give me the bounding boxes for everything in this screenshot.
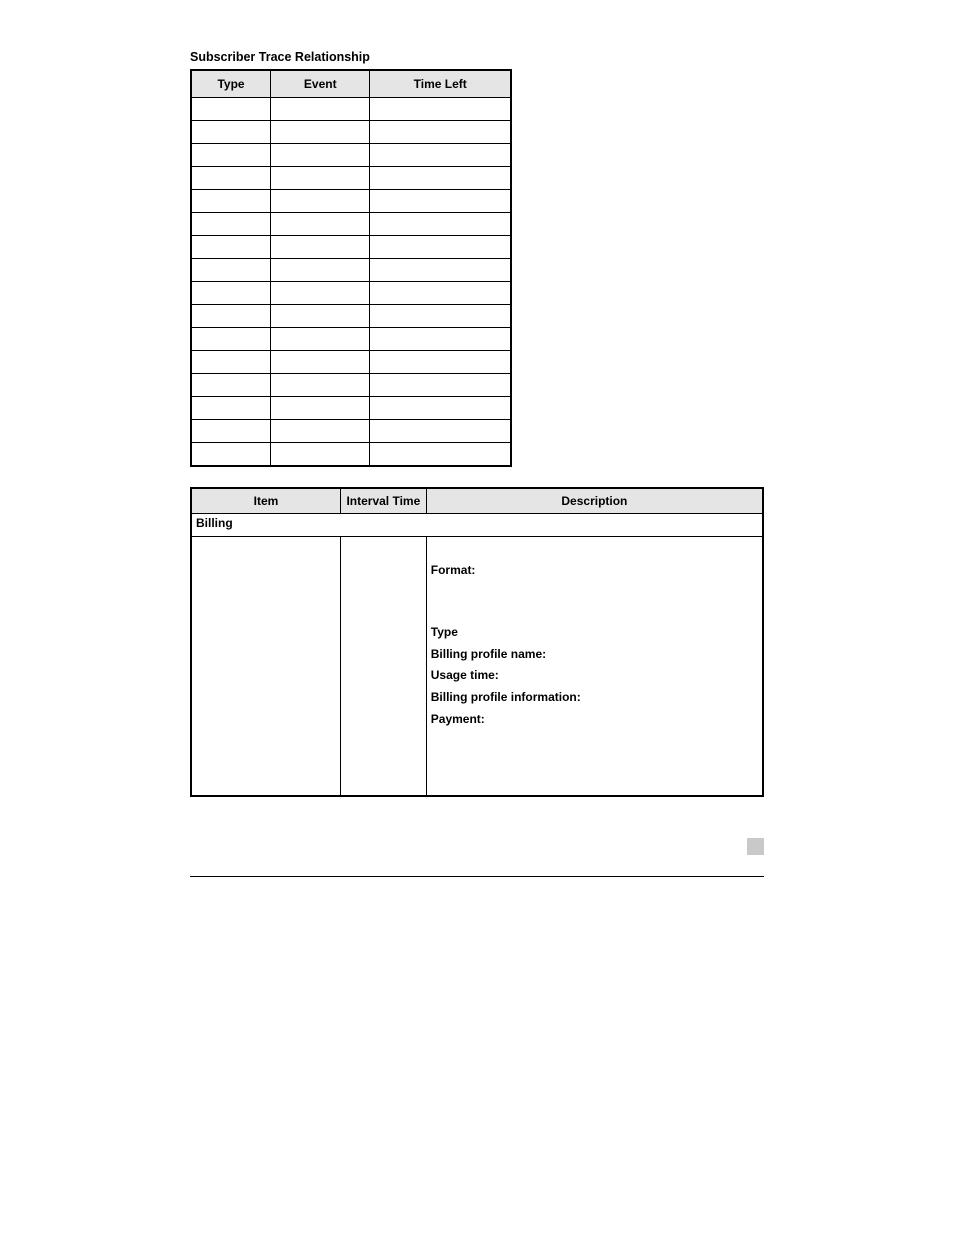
- cell: [370, 259, 511, 282]
- cell: [370, 121, 511, 144]
- table2-interval-cell: [340, 537, 426, 797]
- page-corner-marker-icon: [747, 838, 764, 855]
- cell: [191, 443, 271, 467]
- table-row: [191, 282, 511, 305]
- cell: [370, 282, 511, 305]
- table-row: [191, 144, 511, 167]
- table2-section-billing: Billing: [191, 514, 763, 537]
- cell: [271, 351, 370, 374]
- cell: [191, 144, 271, 167]
- format-label: Format:: [431, 563, 476, 577]
- table2-description-cell: Format: Type Billing profile name: Usage…: [426, 537, 763, 797]
- cell: [370, 236, 511, 259]
- billing-profile-info-label: Billing profile information:: [431, 690, 581, 704]
- table-row: [191, 328, 511, 351]
- spacer: [190, 467, 764, 487]
- type-label: Type: [431, 625, 458, 639]
- cell: [191, 98, 271, 121]
- cell: [271, 282, 370, 305]
- table-row: [191, 397, 511, 420]
- cell: [370, 167, 511, 190]
- table-row: [191, 213, 511, 236]
- cell: [271, 236, 370, 259]
- table1-caption: Subscriber Trace Relationship: [190, 50, 764, 65]
- cell: [271, 98, 370, 121]
- cell: [271, 305, 370, 328]
- cell: [271, 397, 370, 420]
- cell: [370, 328, 511, 351]
- table-row: [191, 236, 511, 259]
- cell: [271, 259, 370, 282]
- cell: [191, 213, 271, 236]
- table-row: [191, 190, 511, 213]
- cell: [191, 121, 271, 144]
- table2-header-item: Item: [191, 488, 340, 514]
- cell: [191, 236, 271, 259]
- table2-section-row: Billing: [191, 514, 763, 537]
- table-row: [191, 259, 511, 282]
- cell: [271, 374, 370, 397]
- cell: [271, 167, 370, 190]
- description-content: Format: Type Billing profile name: Usage…: [427, 537, 762, 795]
- cell: [191, 374, 271, 397]
- cell: [370, 443, 511, 467]
- table2-header-description: Description: [426, 488, 763, 514]
- table2-item-cell: [191, 537, 340, 797]
- table-row: [191, 374, 511, 397]
- cell: [271, 213, 370, 236]
- cell: [370, 397, 511, 420]
- cell: [271, 443, 370, 467]
- table1-header-event: Event: [271, 70, 370, 98]
- table-row: [191, 420, 511, 443]
- billing-profile-name-label: Billing profile name:: [431, 647, 546, 661]
- cell: [370, 305, 511, 328]
- cell: [191, 305, 271, 328]
- table2-header-row: Item Interval Time Description: [191, 488, 763, 514]
- cell: [271, 190, 370, 213]
- cell: [370, 351, 511, 374]
- payment-label: Payment:: [431, 712, 485, 726]
- cell: [191, 282, 271, 305]
- cell: [191, 420, 271, 443]
- table-row: [191, 121, 511, 144]
- table1-header-timeleft: Time Left: [370, 70, 511, 98]
- table2-data-row: Format: Type Billing profile name: Usage…: [191, 537, 763, 797]
- usage-time-label: Usage time:: [431, 668, 499, 682]
- subscriber-trace-table: Type Event Time Left: [190, 69, 512, 467]
- table-row: [191, 351, 511, 374]
- cell: [271, 420, 370, 443]
- table1-body: [191, 98, 511, 467]
- cell: [370, 190, 511, 213]
- cell: [191, 190, 271, 213]
- table-row: [191, 167, 511, 190]
- cell: [370, 374, 511, 397]
- table1-header-type: Type: [191, 70, 271, 98]
- table-row: [191, 98, 511, 121]
- footer-rule: [190, 876, 764, 877]
- table-row: [191, 305, 511, 328]
- table2-header-interval: Interval Time: [340, 488, 426, 514]
- cell: [370, 420, 511, 443]
- cell: [191, 259, 271, 282]
- cell: [271, 144, 370, 167]
- cell: [370, 213, 511, 236]
- table-row: [191, 443, 511, 467]
- document-page: Subscriber Trace Relationship Type Event…: [0, 0, 954, 1235]
- billing-table: Item Interval Time Description Billing F…: [190, 487, 764, 797]
- table1-header-row: Type Event Time Left: [191, 70, 511, 98]
- cell: [271, 328, 370, 351]
- cell: [370, 98, 511, 121]
- cell: [191, 351, 271, 374]
- cell: [271, 121, 370, 144]
- cell: [370, 144, 511, 167]
- cell: [191, 328, 271, 351]
- cell: [191, 397, 271, 420]
- cell: [191, 167, 271, 190]
